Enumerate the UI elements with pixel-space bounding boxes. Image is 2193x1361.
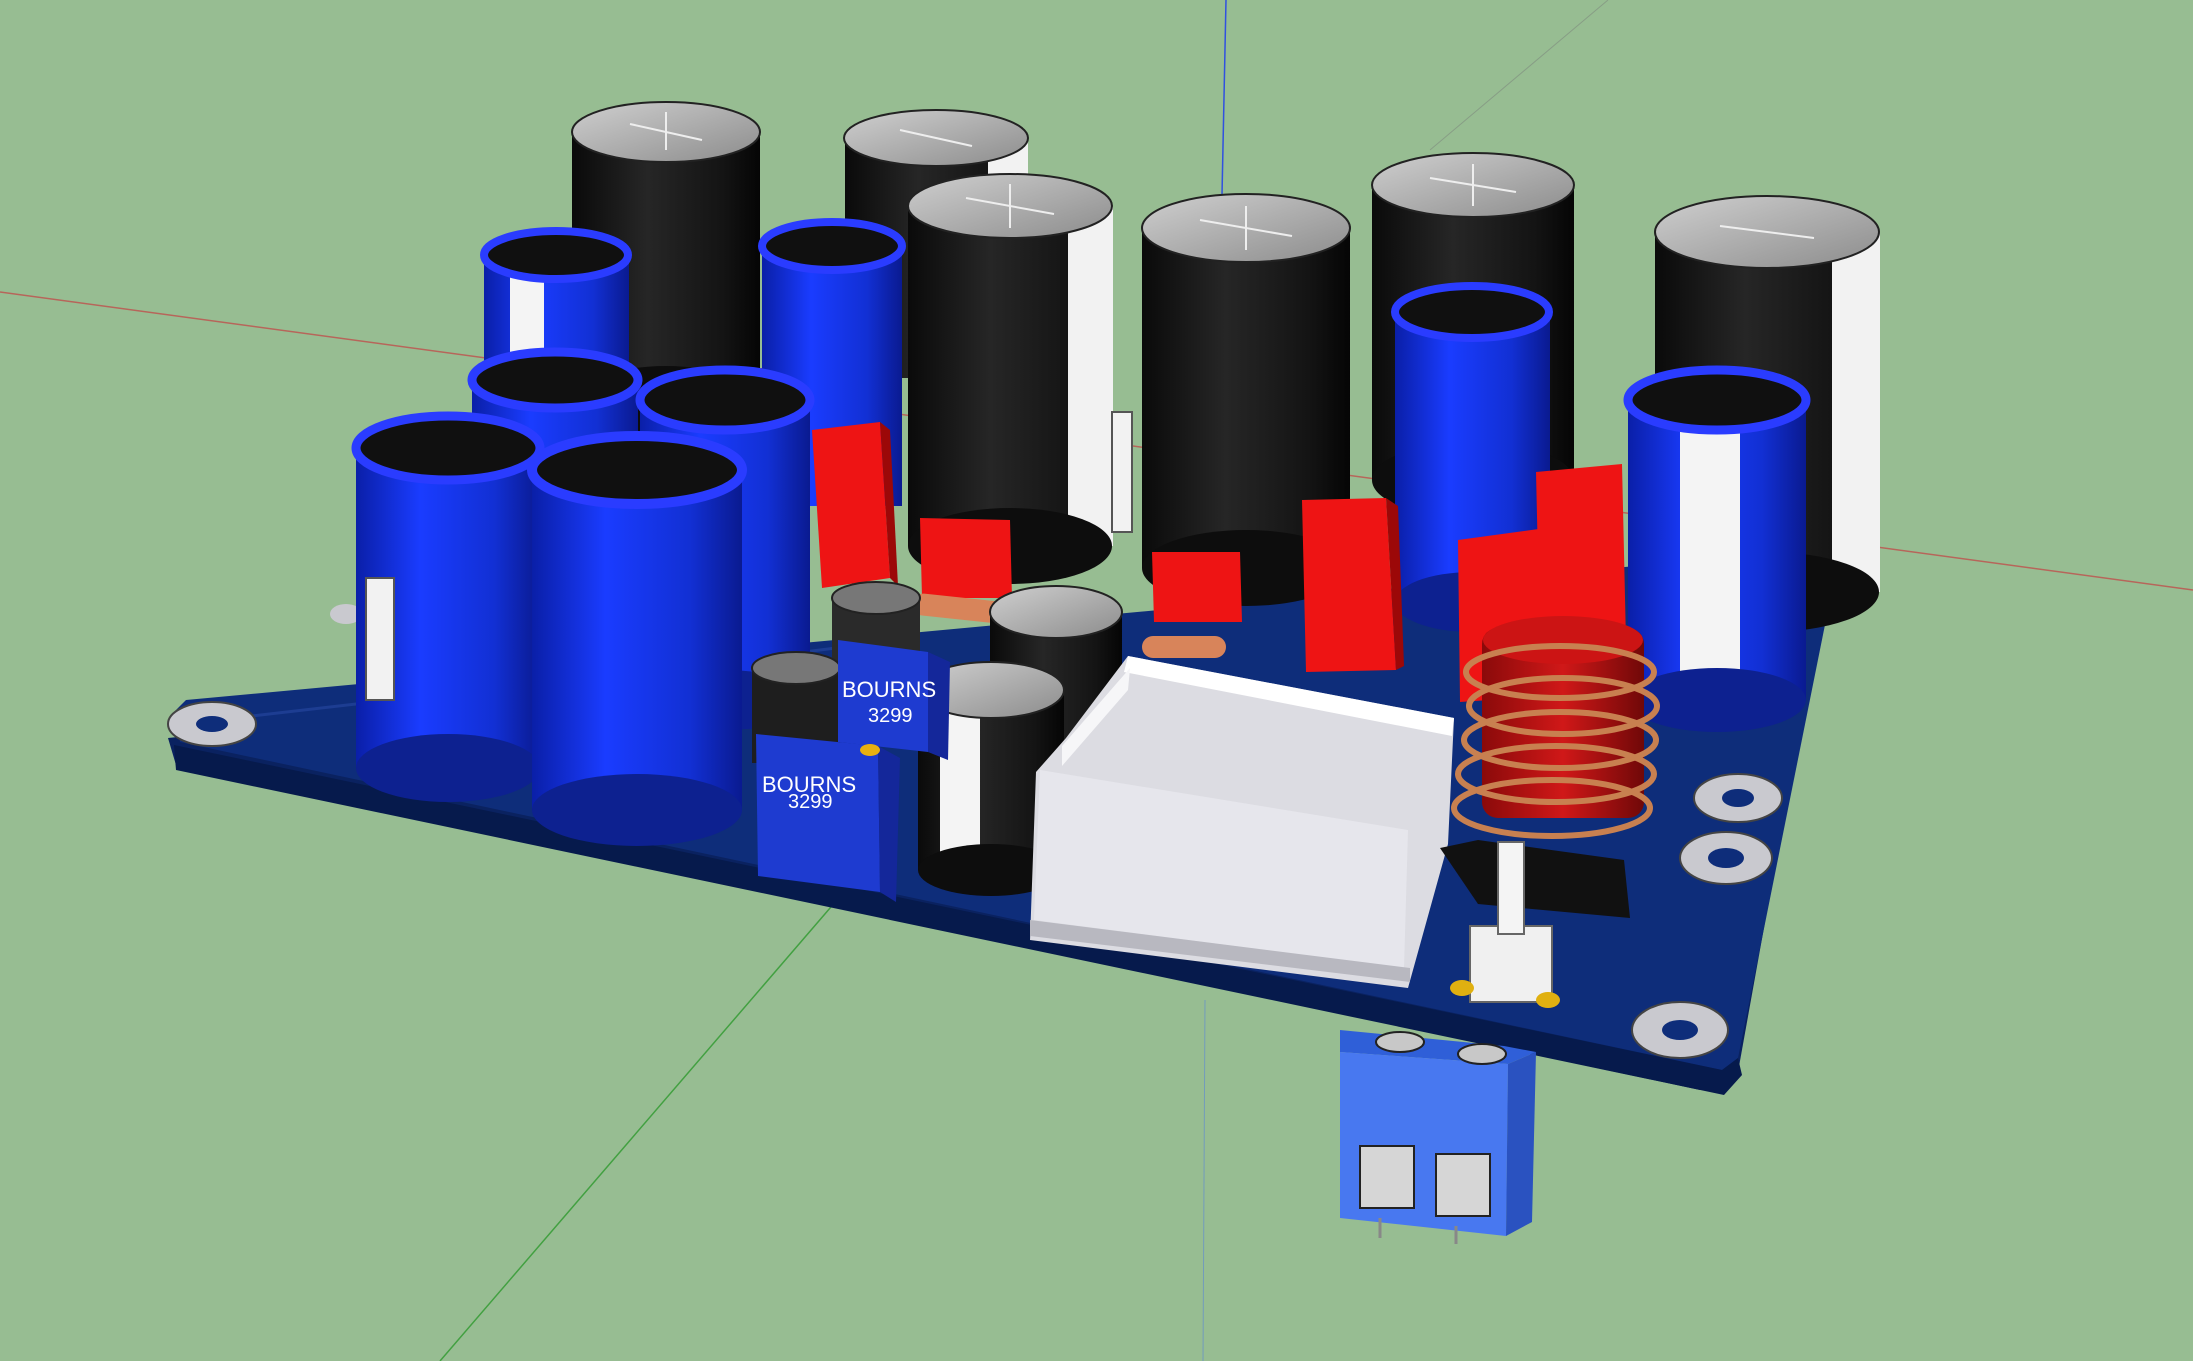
trimpot-front: BOURNS 3299 (756, 734, 900, 902)
trimpot-front-model: 3299 (788, 791, 833, 813)
sketchup-viewport[interactable]: BOURNS 3299 BOURNS 3299 (0, 0, 2193, 1361)
axis-grey-dotted (1429, 0, 1609, 151)
connector-back (1111, 411, 1133, 533)
cap-blue-front-left-4 (527, 431, 747, 846)
axis-blue-icon (1221, 0, 1227, 196)
trimpot-back: BOURNS 3299 (838, 640, 950, 760)
trimpot-back-brand: BOURNS (842, 677, 936, 702)
axis-green-icon (439, 849, 881, 1361)
trimpot-back-model: 3299 (868, 705, 913, 727)
screw-terminal (1340, 1030, 1536, 1244)
side-connector-left (365, 577, 395, 701)
axis-blue-lower (1202, 999, 1206, 1361)
